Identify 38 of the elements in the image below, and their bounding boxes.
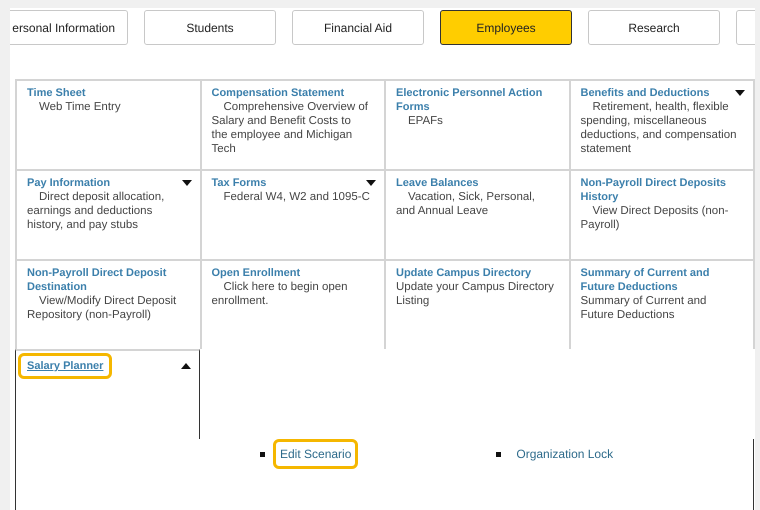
tile-title[interactable]: Non-Payroll Direct Deposits History [580, 176, 745, 204]
tile-description: EPAFs [407, 114, 444, 128]
tile-title[interactable]: Tax Forms [212, 176, 266, 190]
bullet-icon [260, 452, 265, 456]
tile-title[interactable]: Summary of Current and Future Deductions [580, 266, 745, 294]
submenu-link[interactable]: Edit Scenario [273, 439, 358, 469]
tile-title[interactable]: Electronic Personnel Action Forms [396, 86, 560, 114]
submenu-link[interactable]: Organization Lock [509, 439, 620, 469]
tile-title[interactable]: Benefits and Deductions [580, 86, 710, 100]
tile-description: Click here to begin open enrollment. [212, 280, 349, 308]
tile-title[interactable]: Open Enrollment [212, 266, 300, 280]
tab[interactable]: Employees [440, 10, 572, 45]
caret-icon[interactable] [735, 90, 745, 96]
tile-description: View Direct Deposits (non-Payroll) [580, 204, 730, 232]
tile-description: Vacation, Sick, Personal, and Annual Leave [396, 190, 536, 218]
salary-planner-link[interactable]: Salary Planner [18, 353, 112, 379]
tile-description: Web Time Entry [38, 100, 122, 114]
tile-title[interactable]: Compensation Statement [212, 86, 344, 100]
tab[interactable]: ersonal Information [10, 10, 128, 45]
tile-description: Retirement, health, flexible spending, miscellaneous deductions, and compensation statement [580, 100, 738, 156]
bullet-icon [496, 452, 502, 456]
caret-icon[interactable] [366, 180, 376, 186]
tab[interactable]: Research [588, 10, 720, 45]
tile-title[interactable]: Time Sheet [27, 86, 86, 100]
tile-title[interactable]: Leave Balances [396, 176, 479, 190]
caret-icon[interactable] [182, 180, 192, 186]
tile-description: Update your Campus Directory Listing [396, 280, 554, 308]
tile-description: Comprehensive Overview of Salary and Benefit Costs to the employee and Michigan Tech [212, 100, 369, 156]
tab[interactable]: Students [144, 10, 276, 45]
caret-icon[interactable] [181, 363, 191, 369]
tile-title[interactable]: Non-Payroll Direct Deposit Destination [27, 266, 192, 294]
tile-description: Federal W4, W2 and 1095-C [222, 190, 370, 204]
tab[interactable]: Financial Aid [292, 10, 424, 45]
tile-description: Summary of Current and Future Deductions [580, 294, 708, 322]
tile-title[interactable]: Update Campus Directory [396, 266, 532, 280]
tile-description: Direct deposit allocation, earnings and deductions history, and pay stubs [27, 190, 166, 232]
tile-title[interactable]: Pay Information [27, 176, 110, 190]
tile-description: View/Modify Direct Deposit Repository (non-Payroll) [27, 294, 178, 322]
